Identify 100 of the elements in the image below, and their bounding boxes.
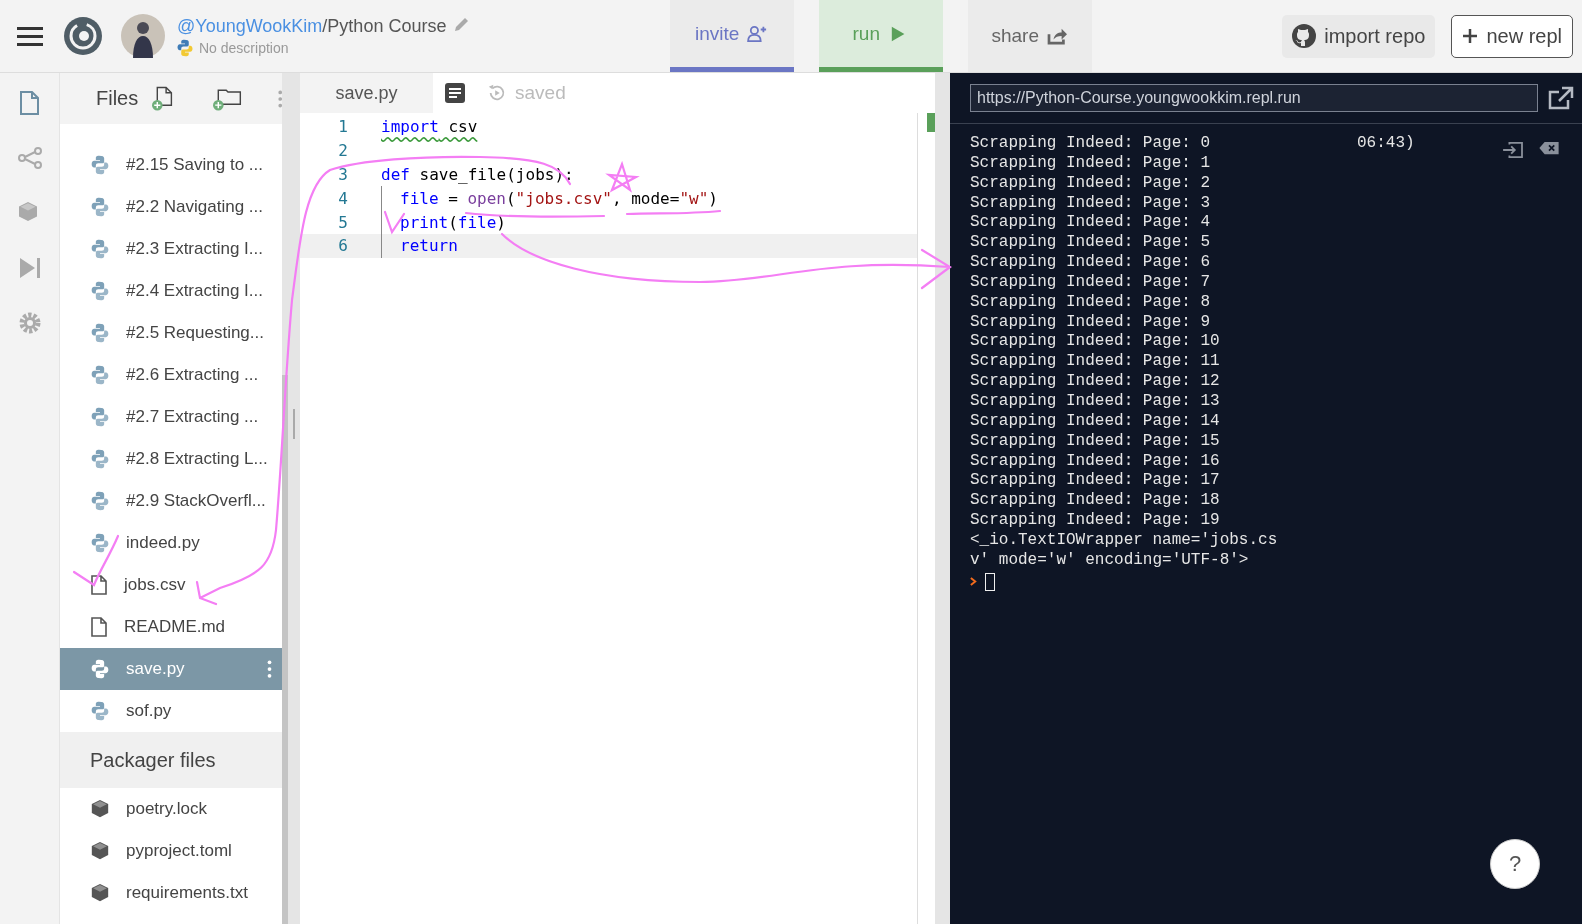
files-title: Files <box>96 87 139 110</box>
code-line: import csv <box>381 116 478 139</box>
avatar <box>121 14 165 58</box>
python-icon <box>90 449 110 469</box>
clear-icon[interactable] <box>1538 141 1560 155</box>
project-description: No description <box>199 39 289 56</box>
python-icon <box>90 239 110 259</box>
file-item[interactable]: #2.15 Saving to ... <box>60 144 282 186</box>
console-line: Scrapping Indeed: Page: 12 <box>970 372 1220 391</box>
file-item[interactable]: #2.8 Extracting L... <box>60 438 282 480</box>
python-icon <box>90 365 110 385</box>
invite-button[interactable]: invite <box>670 0 795 72</box>
console-line: Scrapping Indeed: Page: 3 <box>970 193 1211 212</box>
github-icon <box>1292 24 1317 48</box>
file-item[interactable]: #2.3 Extracting I... <box>60 228 282 270</box>
saved-status: saved <box>515 82 566 104</box>
file-item[interactable]: #2.2 Navigating ... <box>60 186 282 228</box>
python-icon <box>90 323 110 343</box>
file-item[interactable]: #2.5 Requesting... <box>60 312 282 354</box>
change-marker <box>927 113 935 132</box>
code-line: return <box>381 234 458 258</box>
python-icon <box>90 281 110 301</box>
code-line: def save_file(jobs): <box>381 164 574 186</box>
python-icon <box>90 659 110 679</box>
url-field[interactable]: https://Python-Course.youngwookkim.repl.run <box>970 84 1538 112</box>
python-icon <box>177 38 193 57</box>
file-item[interactable]: README.md <box>60 606 282 648</box>
console-line: Scrapping Indeed: Page: 17 <box>970 471 1220 490</box>
console-line: Scrapping Indeed: Page: 4 <box>970 213 1211 232</box>
python-icon <box>90 197 110 217</box>
console-line: Scrapping Indeed: Page: 10 <box>970 332 1220 351</box>
line-number: 5 <box>337 212 349 232</box>
code-line: print(file) <box>381 210 506 234</box>
console-line: Scrapping Indeed: Page: 0 <box>970 134 1211 152</box>
import-repo-button[interactable]: import repo <box>1282 14 1436 58</box>
line-number: 3 <box>337 165 349 184</box>
line-number: 1 <box>337 117 349 137</box>
plus-icon <box>1462 28 1479 44</box>
console-line: Scrapping Indeed: Page: 1 <box>970 153 1211 172</box>
line-number: 6 <box>337 236 349 256</box>
line-number: 2 <box>337 141 349 161</box>
file-icon <box>90 617 108 637</box>
console-line: Scrapping Indeed: Page: 9 <box>970 312 1211 331</box>
cube-icon <box>90 883 110 903</box>
python-icon <box>90 155 110 175</box>
file-icon <box>90 575 108 595</box>
console-line: 06:43) <box>1357 134 1415 152</box>
console-line: Scrapping Indeed: Page: 19 <box>970 511 1220 530</box>
new-file-icon[interactable] <box>152 84 174 113</box>
file-item[interactable]: jobs.csv <box>60 564 282 606</box>
console-line: <_io.TextIOWrapper name='jobs.cs <box>970 530 1278 549</box>
file-item[interactable]: sof.py <box>60 690 282 732</box>
share-button[interactable]: share <box>968 0 1093 72</box>
console-line: Scrapping Indeed: Page: 16 <box>970 451 1220 470</box>
prompt-icon <box>970 577 977 587</box>
file-item[interactable]: poetry.lock <box>60 788 282 830</box>
exit-icon[interactable] <box>1502 141 1524 159</box>
python-icon <box>90 533 110 553</box>
packager-files-title: Packager files <box>60 732 282 788</box>
console-line: Scrapping Indeed: Page: 6 <box>970 253 1211 272</box>
share-nodes-icon[interactable] <box>17 146 42 170</box>
console-line: Scrapping Indeed: Page: 13 <box>970 391 1220 410</box>
file-item[interactable]: #2.4 Extracting I... <box>60 270 282 312</box>
python-icon <box>90 491 110 511</box>
file-item[interactable]: indeed.py <box>60 522 282 564</box>
format-icon[interactable] <box>445 83 465 103</box>
console-line: v' mode='w' encoding='UTF-8'> <box>970 550 1249 569</box>
console-line: Scrapping Indeed: Page: 2 <box>970 173 1211 192</box>
editor-tab[interactable]: save.py <box>300 73 433 113</box>
share-icon <box>1047 27 1069 45</box>
file-item[interactable]: requirements.txt <box>60 872 282 914</box>
scrollbar[interactable] <box>282 375 288 924</box>
logo-icon <box>63 16 103 56</box>
project-name: /Python Course <box>322 15 447 36</box>
new-repl-button[interactable]: new repl <box>1451 14 1573 58</box>
step-forward-icon[interactable] <box>17 256 42 280</box>
file-item[interactable]: #2.9 StackOverfl... <box>60 480 282 522</box>
history-icon <box>487 83 507 103</box>
console-line: Scrapping Indeed: Page: 14 <box>970 411 1220 430</box>
code-line: file = open("jobs.csv", mode="w") <box>381 186 718 211</box>
file-item[interactable]: pyproject.toml <box>60 830 282 872</box>
open-external-icon[interactable] <box>1548 86 1574 110</box>
file-item[interactable]: #2.6 Extracting ... <box>60 354 282 396</box>
line-number: 4 <box>337 188 349 208</box>
pencil-icon[interactable] <box>454 15 471 32</box>
python-icon <box>90 701 110 721</box>
more-icon <box>267 660 272 678</box>
console-line: Scrapping Indeed: Page: 18 <box>970 491 1220 510</box>
python-icon <box>90 407 110 427</box>
cube-icon <box>90 841 110 861</box>
cube-icon <box>90 799 110 819</box>
hand-drawn-star <box>605 160 640 193</box>
console-line: Scrapping Indeed: Page: 7 <box>970 272 1211 291</box>
file-icon[interactable] <box>17 91 42 115</box>
console-line: Scrapping Indeed: Page: 11 <box>970 352 1220 371</box>
menu-icon[interactable] <box>17 26 43 46</box>
settings-icon[interactable] <box>17 311 42 335</box>
cursor <box>985 572 995 591</box>
file-item[interactable]: #2.7 Extracting ... <box>60 396 282 438</box>
console-line: Scrapping Indeed: Page: 8 <box>970 292 1211 311</box>
